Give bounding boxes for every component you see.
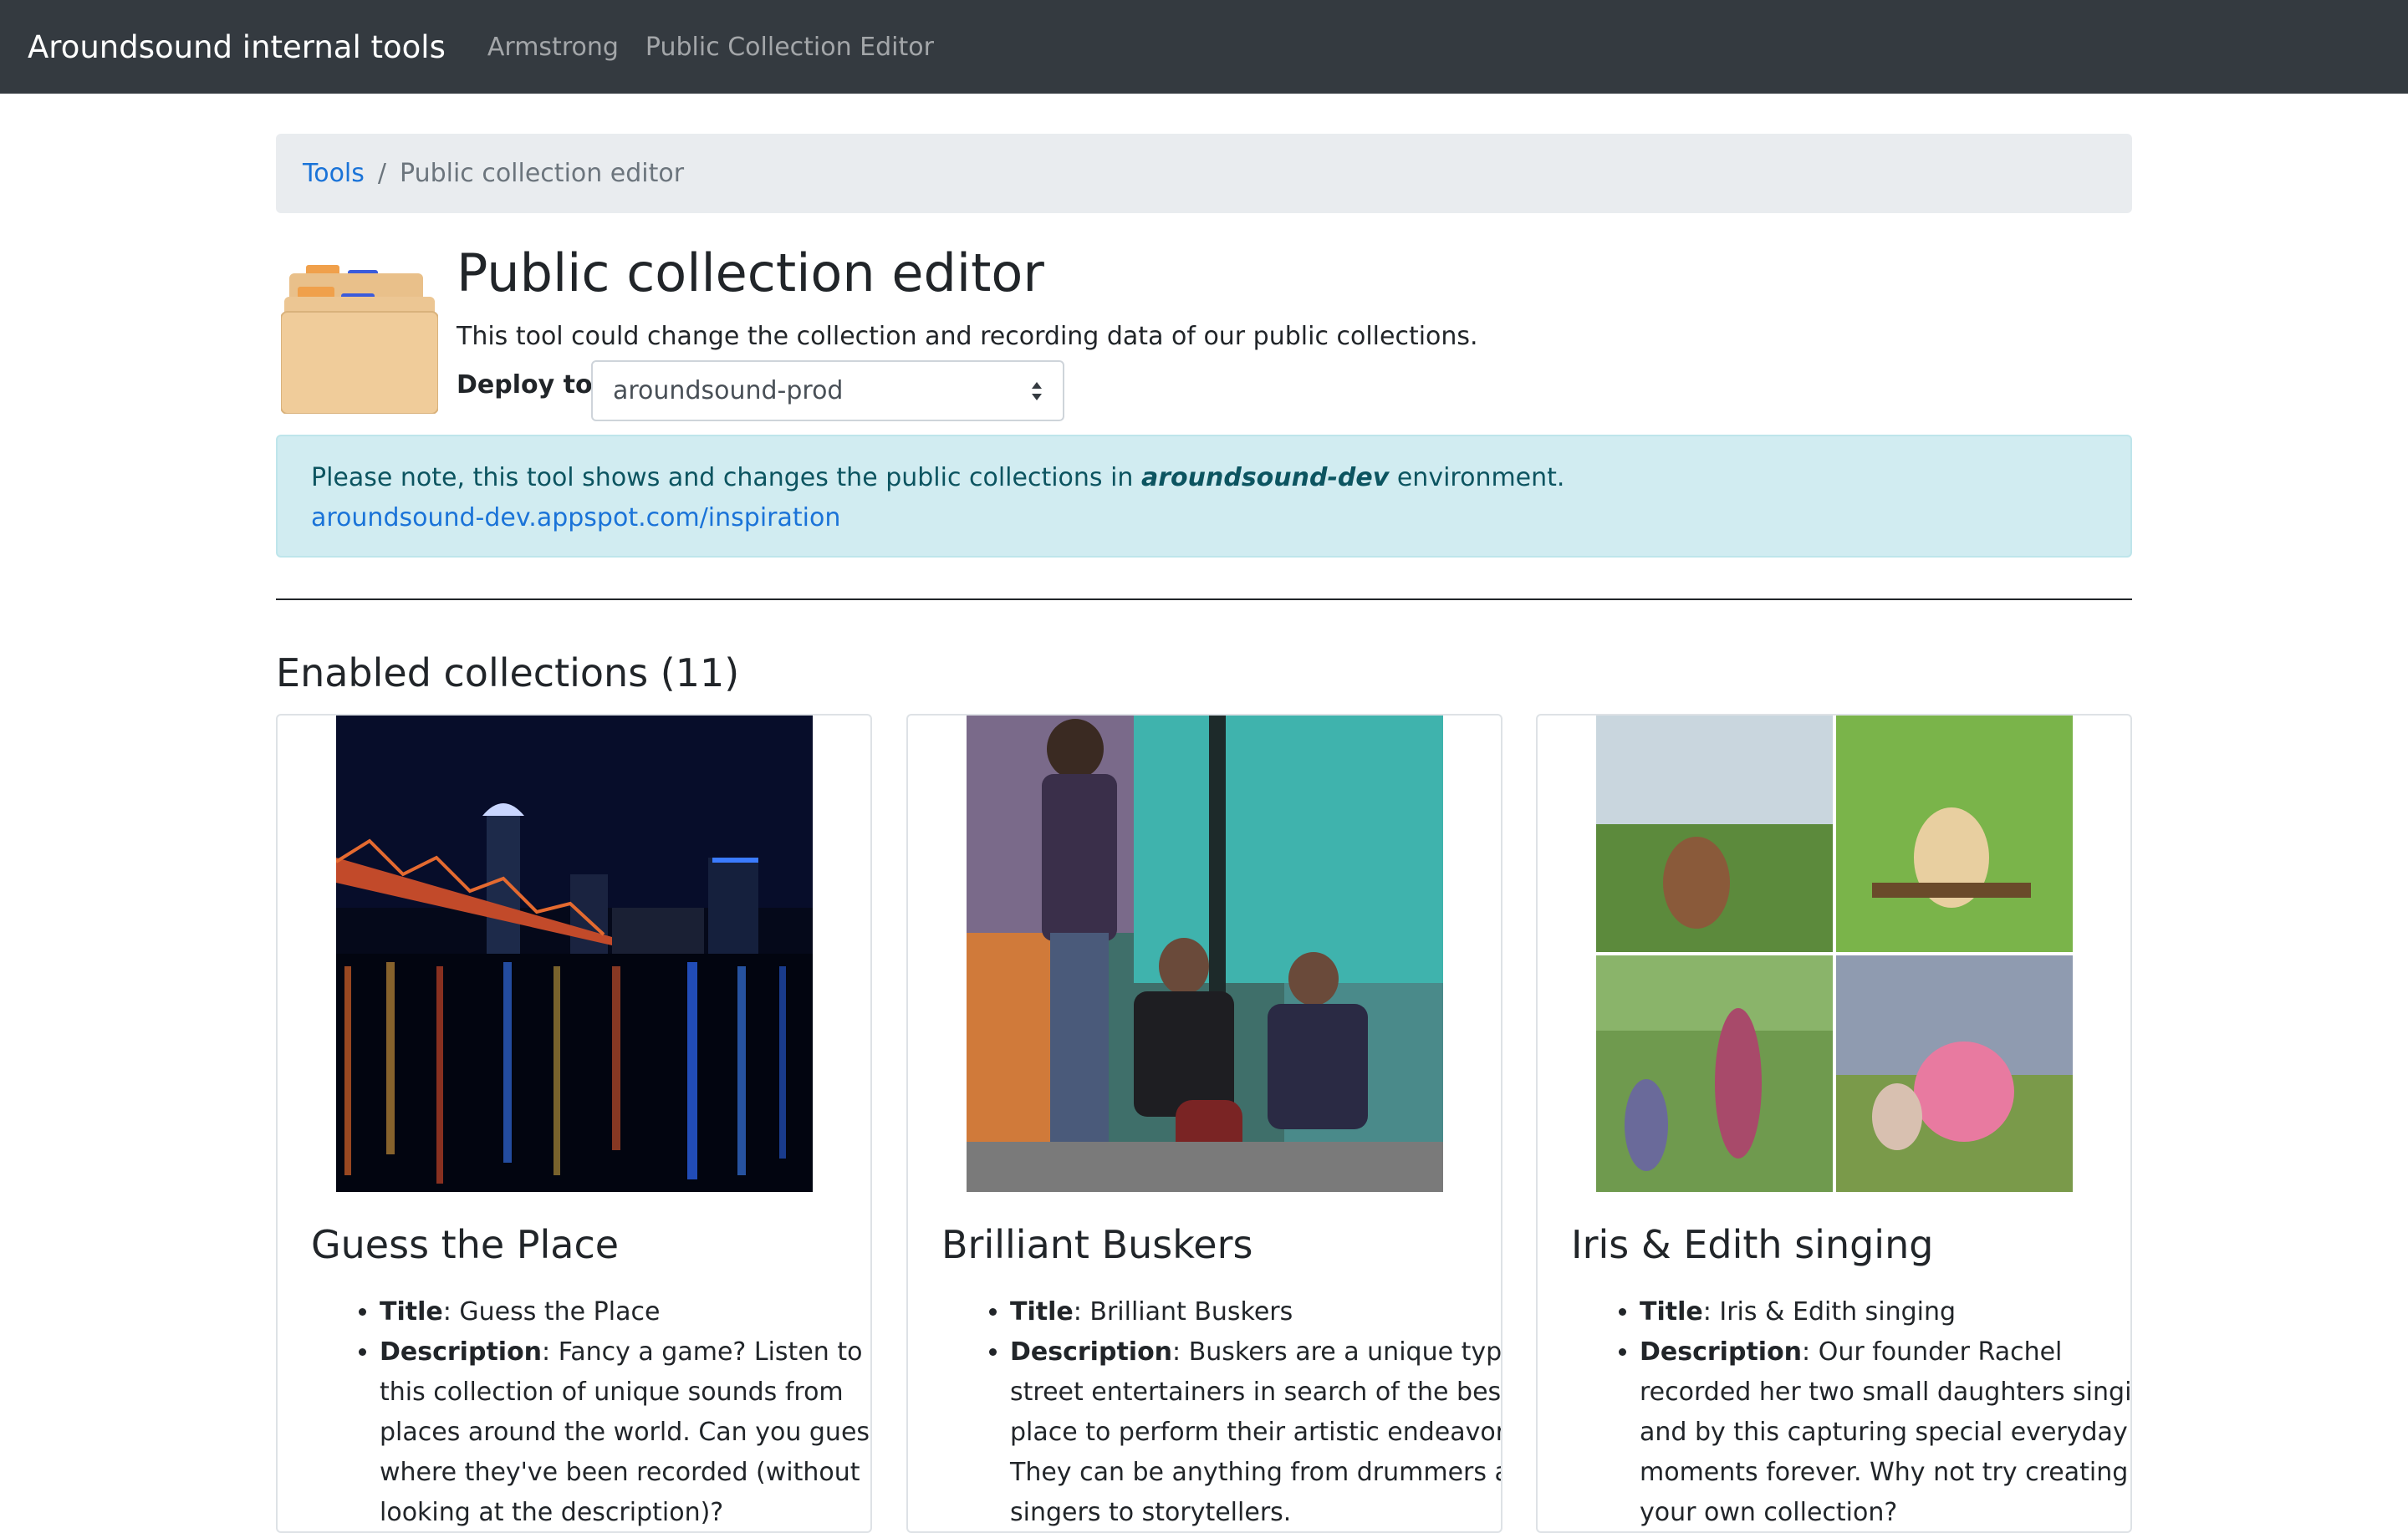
collection-name: Brilliant Buskers <box>941 1222 1253 1267</box>
collection-details: Title: Guess the Place Description: Fanc… <box>311 1292 870 1531</box>
file-cabinet-icon <box>281 265 438 414</box>
breadcrumb: Tools / Public collection editor <box>276 134 2132 213</box>
collection-name: Guess the Place <box>311 1222 620 1267</box>
nav-link-public-collection-editor[interactable]: Public Collection Editor <box>645 33 934 62</box>
divider <box>276 598 2132 600</box>
collection-description-item: Description: Buskers are a unique type s… <box>1010 1332 1501 1531</box>
page-description: This tool could change the collection an… <box>457 322 1478 351</box>
alert-inspiration-link[interactable]: aroundsound-dev.appspot.com/inspiration <box>311 503 840 532</box>
collection-description-item: Description: Our founder Rachel recorded… <box>1640 1332 2130 1531</box>
collection-title-item: Title: Iris & Edith singing <box>1640 1292 2130 1332</box>
page-title: Public collection editor <box>457 242 1044 303</box>
collection-card-guess-the-place[interactable]: Guess the Place Title: Guess the Place D… <box>276 714 872 1533</box>
collection-card-iris-edith-singing[interactable]: Iris & Edith singing Title: Iris & Edith… <box>1536 714 2132 1533</box>
collection-details: Title: Brilliant Buskers Description: Bu… <box>941 1292 1501 1531</box>
enabled-collections-heading: Enabled collections (11) <box>276 650 740 695</box>
breadcrumb-current: Public collection editor <box>400 159 685 188</box>
collection-card-brilliant-buskers[interactable]: Brilliant Buskers Title: Brilliant Buske… <box>906 714 1502 1533</box>
breadcrumb-link-tools[interactable]: Tools <box>303 159 365 188</box>
collection-details: Title: Iris & Edith singing Description:… <box>1571 1292 2130 1531</box>
collection-image-buskers <box>967 716 1443 1192</box>
navbar-brand[interactable]: Aroundsound internal tools <box>28 29 446 65</box>
nav-link-armstrong[interactable]: Armstrong <box>487 33 619 62</box>
collection-name: Iris & Edith singing <box>1571 1222 1934 1267</box>
alert-text-after: environment. <box>1389 463 1565 492</box>
select-arrows-icon <box>1032 382 1042 400</box>
deploy-select-value: aroundsound-prod <box>613 376 844 405</box>
breadcrumb-separator: / <box>377 159 387 188</box>
alert-env-name: aroundsound-dev <box>1140 463 1390 492</box>
collection-title-item: Title: Brilliant Buskers <box>1010 1292 1501 1332</box>
collection-image-family-collage <box>1596 716 2073 1192</box>
alert-text-before: Please note, this tool shows and changes… <box>311 463 1141 492</box>
collection-image-city-night <box>336 716 813 1192</box>
top-navbar: Aroundsound internal tools Armstrong Pub… <box>0 0 2408 94</box>
environment-alert: Please note, this tool shows and changes… <box>276 435 2132 558</box>
deploy-select[interactable]: aroundsound-prod <box>591 360 1064 421</box>
collection-title-item: Title: Guess the Place <box>380 1292 870 1332</box>
deploy-label: Deploy to: <box>457 370 603 400</box>
collection-description-item: Description: Fancy a game? Listen to thi… <box>380 1332 870 1531</box>
